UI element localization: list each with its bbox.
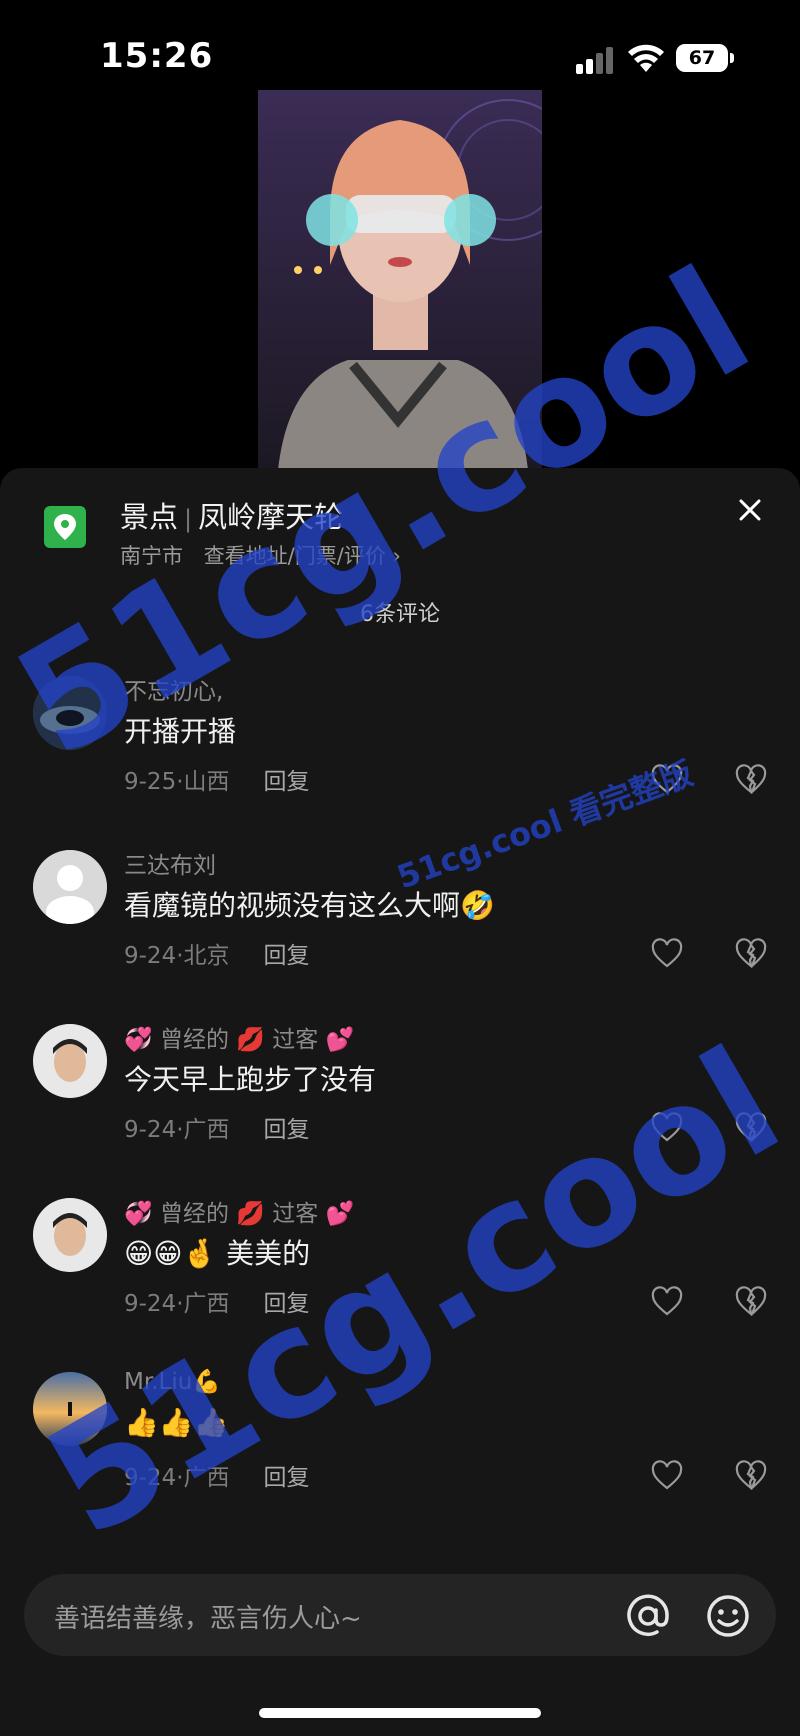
comment-region: 广西 <box>183 1465 230 1491</box>
comment-username[interactable]: 不忘初心, <box>124 672 223 706</box>
avatar[interactable] <box>33 676 107 750</box>
close-icon[interactable] <box>732 492 768 528</box>
comment-date: 9-24 <box>124 943 177 969</box>
comment-text: 今天早上跑步了没有 <box>124 1063 377 1096</box>
comment-meta: 9-24·北京 回复 <box>124 943 310 969</box>
broken-heart-icon[interactable] <box>734 1112 768 1142</box>
comment-meta: 9-25·山西 回复 <box>124 769 310 795</box>
location-city: 南宁市 <box>120 544 183 568</box>
broken-heart-icon[interactable] <box>734 764 768 794</box>
wifi-icon <box>628 44 664 72</box>
heart-icon[interactable] <box>650 938 684 968</box>
comment-meta: 9-24·广西 回复 <box>124 1117 310 1143</box>
comment-text: 😁😁🤞 美美的 <box>124 1237 311 1270</box>
comment-meta: 9-24·广西 回复 <box>124 1465 310 1491</box>
location-name: 凤岭摩天轮 <box>198 500 344 534</box>
comment-date: 9-24 <box>124 1291 177 1317</box>
heart-icon[interactable] <box>650 1460 684 1490</box>
location-title[interactable]: 景点 | 凤岭摩天轮 <box>120 494 343 536</box>
comment-text: 看魔镜的视频没有这么大啊🤣 <box>124 889 495 922</box>
avatar[interactable] <box>33 850 107 924</box>
comment-username[interactable]: 💞 曾经的 💋 过客 💕 <box>124 1020 354 1054</box>
reply-button[interactable]: 回复 <box>264 943 310 969</box>
emoji-icon[interactable] <box>704 1592 752 1640</box>
location-category: 景点 <box>120 500 179 534</box>
comment-region: 北京 <box>183 943 230 969</box>
broken-heart-icon[interactable] <box>734 1286 768 1316</box>
comment-item: 💞 曾经的 💋 过客 💕 😁😁🤞 美美的 9-24·广西 回复 <box>0 1198 800 1358</box>
mention-icon[interactable] <box>624 1592 672 1640</box>
comment-count: 6条评论 <box>360 602 440 627</box>
location-pin-icon <box>44 506 86 548</box>
avatar[interactable] <box>33 1024 107 1098</box>
heart-icon[interactable] <box>650 1286 684 1316</box>
cellular-signal-icon <box>576 46 616 74</box>
comment-region: 广西 <box>183 1117 230 1143</box>
reply-button[interactable]: 回复 <box>264 1291 310 1317</box>
comment-date: 9-24 <box>124 1465 177 1491</box>
reply-button[interactable]: 回复 <box>264 1465 310 1491</box>
comment-item: 不忘初心, 开播开播 9-25·山西 回复 <box>0 676 800 836</box>
heart-icon[interactable] <box>650 764 684 794</box>
comment-item: Mr.Liu💪 👍👍👍 9-24·广西 回复 <box>0 1369 800 1532</box>
home-indicator[interactable] <box>259 1708 541 1718</box>
comment-region: 广西 <box>183 1291 230 1317</box>
avatar[interactable] <box>33 1198 107 1272</box>
comment-meta: 9-24·广西 回复 <box>124 1291 310 1317</box>
comment-text: 开播开播 <box>124 715 237 748</box>
broken-heart-icon[interactable] <box>734 1460 768 1490</box>
comment-username[interactable]: Mr.Liu💪 <box>124 1368 221 1395</box>
location-divider: | <box>184 505 193 533</box>
reply-button[interactable]: 回复 <box>264 1117 310 1143</box>
status-time: 15:26 <box>100 36 214 76</box>
battery-indicator: 67 <box>676 44 728 72</box>
battery-cap <box>730 53 734 63</box>
comment-date: 9-24 <box>124 1117 177 1143</box>
avatar[interactable] <box>33 1372 107 1446</box>
location-subtitle[interactable]: 南宁市 查看地址/门票/评价 › <box>120 540 401 570</box>
comment-username[interactable]: 三达布刘 <box>124 846 216 880</box>
video-frame-image <box>258 90 542 470</box>
broken-heart-icon[interactable] <box>734 938 768 968</box>
video-thumbnail[interactable] <box>258 90 542 470</box>
comment-region: 山西 <box>183 769 230 795</box>
heart-icon[interactable] <box>650 1112 684 1142</box>
comment-username[interactable]: 💞 曾经的 💋 过客 💕 <box>124 1194 354 1228</box>
reply-button[interactable]: 回复 <box>264 769 310 795</box>
comment-input-placeholder: 善语结善缘，恶言伤人心~ <box>54 1604 362 1634</box>
comment-item: 三达布刘 看魔镜的视频没有这么大啊🤣 9-24·北京 回复 <box>0 850 800 1010</box>
comment-text: 👍👍👍 <box>124 1406 229 1439</box>
comment-input[interactable]: 善语结善缘，恶言伤人心~ <box>24 1574 776 1656</box>
comment-item: 💞 曾经的 💋 过客 💕 今天早上跑步了没有 9-24·广西 回复 <box>0 1024 800 1184</box>
comment-date: 9-25 <box>124 769 177 795</box>
location-details-link[interactable]: 查看地址/门票/评价 › <box>204 544 401 568</box>
status-bar: 15:26 67 <box>0 0 800 100</box>
